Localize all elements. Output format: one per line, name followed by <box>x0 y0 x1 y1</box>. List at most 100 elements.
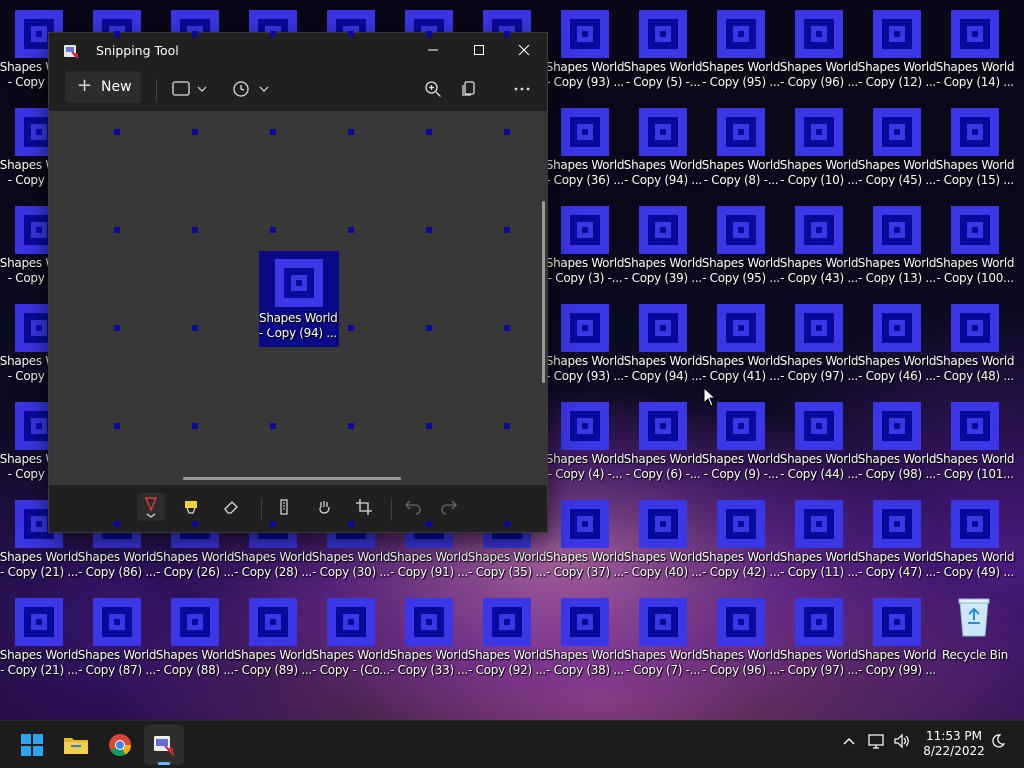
desktop-icon[interactable]: Shapes World - Copy (49) ... <box>936 494 1015 586</box>
shapes-world-icon <box>93 598 141 646</box>
desktop-icon[interactable]: Shapes World - Copy (45) ... <box>858 102 937 194</box>
touch-writing-button[interactable] <box>310 493 338 521</box>
ruler-button[interactable] <box>270 493 298 521</box>
desktop-icon-label: Shapes World - Copy (13) ... <box>857 256 937 285</box>
desktop-icon[interactable]: Shapes World - Copy (97) ... <box>780 298 859 390</box>
desktop-icon[interactable]: Shapes World - Copy (100... <box>936 200 1015 292</box>
shapes-world-icon <box>561 598 609 646</box>
desktop-icon-label: Shapes World - Copy (95) ... <box>701 60 781 89</box>
redo-button[interactable] <box>435 493 463 521</box>
ballpoint-pen-button[interactable] <box>137 493 165 521</box>
desktop-icon[interactable]: Shapes World - Copy (21) ... <box>0 592 79 684</box>
file-explorer-button[interactable] <box>56 725 96 765</box>
desktop-icon-label: Shapes World - Copy (42) ... <box>701 550 781 579</box>
desktop-icon[interactable]: Shapes World - Copy (92) ... <box>468 592 547 684</box>
delay-dropdown[interactable] <box>227 75 273 103</box>
desktop-icon[interactable]: Shapes World - Copy (97) ... <box>779 592 859 684</box>
desktop-icon[interactable]: Shapes World - Copy (10) ... <box>779 102 859 194</box>
crop-button[interactable] <box>350 493 378 521</box>
snip-mode-dropdown[interactable] <box>167 75 213 103</box>
desktop-icon[interactable]: Shapes World - Copy (87) ... <box>77 592 157 684</box>
desktop-icon[interactable]: Shapes World - Copy (93) ... <box>546 298 625 390</box>
network-icon <box>868 734 884 749</box>
desktop-icon[interactable]: Shapes World - Copy (8) -... <box>702 102 781 194</box>
desktop-icon-label: Shapes World - Copy (94) ... <box>623 158 703 187</box>
desktop-icon[interactable]: Shapes World - Copy (38) ... <box>546 592 625 684</box>
desktop-icon[interactable]: Shapes World - Copy (36) ... <box>546 102 625 194</box>
show-hidden-icons-button[interactable] <box>842 733 856 752</box>
desktop-icon[interactable]: Shapes World - Copy (94) ... <box>623 102 703 194</box>
shapes-world-icon <box>483 598 531 646</box>
windows-logo-icon <box>21 734 43 756</box>
desktop-icon[interactable]: Shapes World - Copy (44) ... <box>780 396 859 488</box>
desktop-icon[interactable]: Shapes World - Copy (93) ... <box>546 4 625 96</box>
copy-button[interactable] <box>455 75 483 103</box>
maximize-button[interactable] <box>456 33 502 67</box>
undo-button[interactable] <box>399 493 427 521</box>
desktop-icon[interactable]: Shapes World - Copy (15) ... <box>936 102 1015 194</box>
snip-canvas[interactable]: Shapes World - Copy (94) ... <box>49 111 547 485</box>
desktop-icon[interactable]: Shapes World - Copy (101... <box>936 396 1015 488</box>
desktop-icon[interactable]: Shapes World - Copy (42) ... <box>701 494 781 586</box>
chrome-button[interactable] <box>100 725 140 765</box>
desktop-icon[interactable]: Shapes World - Copy (9) -... <box>702 396 781 488</box>
shapes-world-icon <box>951 402 999 450</box>
zoom-button[interactable] <box>419 75 447 103</box>
desktop-icon[interactable]: Shapes World - Copy (95) ... <box>701 4 781 96</box>
desktop-icon[interactable]: Shapes World - Copy (39) ... <box>624 200 703 292</box>
eraser-button[interactable] <box>217 493 245 521</box>
desktop-icon[interactable]: Shapes World - Copy (3) -... <box>546 200 625 292</box>
desktop-icon[interactable]: Shapes World - Copy (11) ... <box>780 494 859 586</box>
desktop-icon[interactable]: Shapes World - Copy - (Co... <box>312 592 391 684</box>
redo-icon <box>441 500 457 515</box>
shapes-world-icon <box>795 500 843 548</box>
snipping-tool-app-icon <box>64 45 79 59</box>
desktop-icon[interactable]: Shapes World - Copy (96) ... <box>702 592 781 684</box>
highlighter-button[interactable] <box>177 493 205 521</box>
desktop-icon[interactable]: Shapes World - Copy (7) -... <box>624 592 703 684</box>
desktop-icon[interactable]: Shapes World - Copy (12) ... <box>858 4 937 96</box>
desktop-icon-label: Shapes World - Copy (10) ... <box>779 158 859 187</box>
desktop-icon[interactable]: Shapes World - Copy (6) -... <box>624 396 703 488</box>
desktop-icon[interactable]: Shapes World - Copy (47) ... <box>858 494 937 586</box>
snipping-tool-taskbar-button[interactable] <box>144 725 184 765</box>
more-options-button[interactable] <box>508 75 536 103</box>
vertical-scrollbar[interactable] <box>542 201 545 383</box>
window-title: Snipping Tool <box>96 43 179 58</box>
desktop-icon[interactable]: Shapes World - Copy (33) ... <box>390 592 469 684</box>
title-bar[interactable]: Snipping Tool <box>49 33 547 67</box>
horizontal-scrollbar[interactable] <box>183 477 401 480</box>
recycle-bin-icon[interactable]: Recycle Bin <box>936 592 1014 684</box>
minimize-button[interactable] <box>410 33 456 67</box>
desktop-icon[interactable]: Shapes World - Copy (89) ... <box>234 592 313 684</box>
desktop-icon[interactable]: Shapes World - Copy (37) ... <box>546 494 625 586</box>
desktop-icon-label: Shapes World - Copy (21) ... <box>0 648 79 677</box>
network-status[interactable] <box>868 733 886 753</box>
desktop-icon[interactable]: Shapes World - Copy (95) ... <box>702 200 781 292</box>
new-snip-button[interactable]: + New <box>65 71 141 103</box>
desktop-icon[interactable]: Shapes World - Copy (96) ... <box>780 4 859 96</box>
desktop-icon[interactable]: Shapes World - Copy (46) ... <box>858 298 937 390</box>
desktop-icon-label: Shapes World - Copy (97) ... <box>779 648 859 677</box>
desktop-icon[interactable]: Shapes World - Copy (13) ... <box>857 200 937 292</box>
start-button[interactable] <box>12 725 52 765</box>
desktop-icon[interactable]: Shapes World - Copy (98) ... <box>858 396 937 488</box>
clock[interactable]: 11:53 PM 8/22/2022 <box>918 729 990 759</box>
desktop-icon[interactable]: Shapes World - Copy (48) ... <box>936 298 1015 390</box>
desktop-icon[interactable]: Shapes World - Copy (88) ... <box>155 592 235 684</box>
desktop-icon[interactable]: Shapes World - Copy (94) ... <box>624 298 703 390</box>
desktop-icon-label: Shapes World - Copy (87) ... <box>77 648 157 677</box>
desktop-icon[interactable]: Shapes World - Copy (14) ... <box>936 4 1015 96</box>
desktop-icon[interactable]: Shapes World - Copy (43) ... <box>780 200 859 292</box>
toolbar: + New <box>49 67 547 111</box>
shapes-world-icon <box>639 304 687 352</box>
close-button[interactable] <box>501 33 547 67</box>
desktop-icon[interactable]: Shapes World - Copy (40) ... <box>624 494 703 586</box>
desktop-icon[interactable]: Shapes World - Copy (4) -... <box>546 396 625 488</box>
focus-assist-button[interactable] <box>990 733 1006 753</box>
desktop-icon[interactable]: Shapes World - Copy (41) ... <box>702 298 781 390</box>
desktop-icon-label: Shapes World - Copy (88) ... <box>155 648 235 677</box>
desktop-icon[interactable]: Shapes World - Copy (5) -... <box>624 4 703 96</box>
desktop-icon[interactable]: Shapes World - Copy (99) ... <box>858 592 937 684</box>
volume-control[interactable] <box>893 733 911 753</box>
